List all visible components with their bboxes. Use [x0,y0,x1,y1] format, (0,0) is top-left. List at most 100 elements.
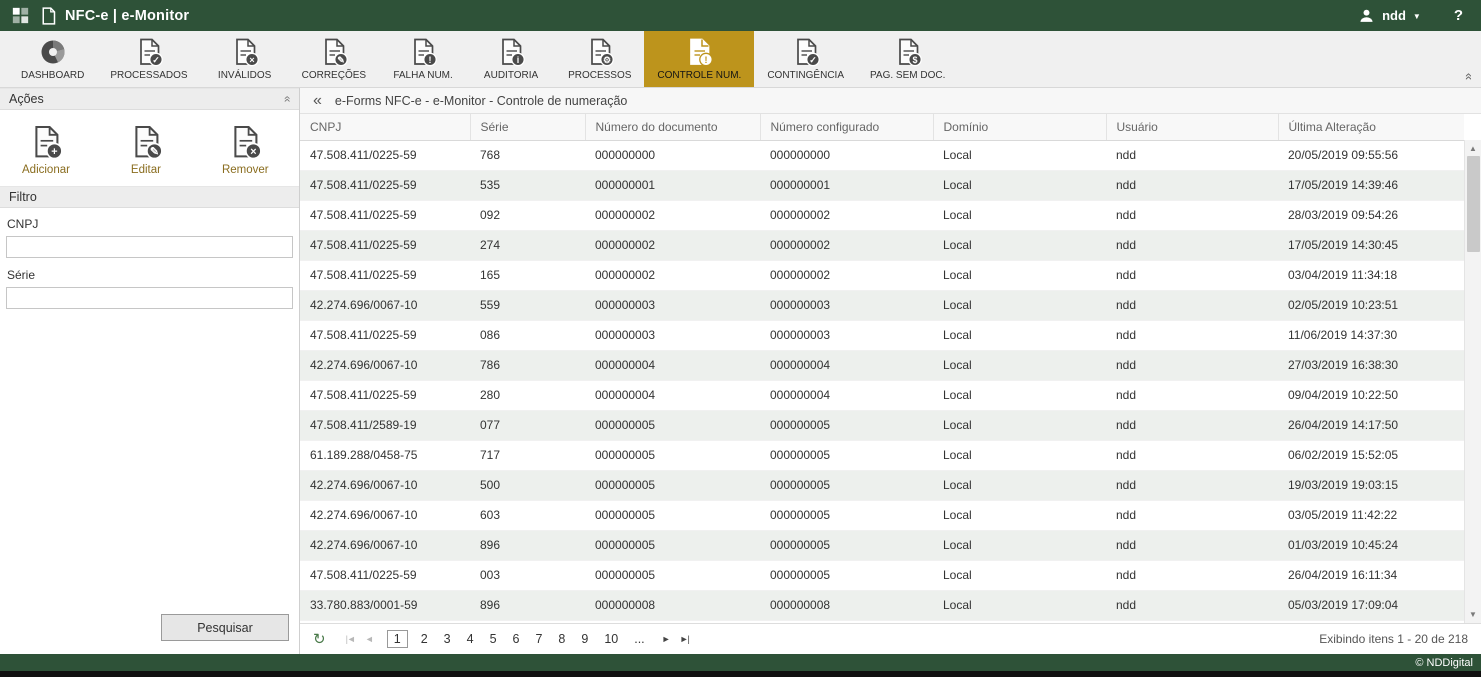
table-row[interactable]: 47.508.411/0225-59 086 000000003 0000000… [300,320,1464,350]
cell-dominio: Local [933,530,1106,560]
collapse-sidebar-icon[interactable]: « [313,93,322,109]
cell-usuario: ndd [1106,320,1278,350]
page-number[interactable]: 8 [555,630,568,648]
svg-text:✎: ✎ [150,146,159,158]
search-button[interactable]: Pesquisar [161,614,289,641]
cell-numero-configurado: 000000005 [760,530,933,560]
scrollbar-thumb[interactable] [1467,156,1480,252]
table-row[interactable]: 47.508.411/0225-59 535 000000001 0000000… [300,170,1464,200]
column-header[interactable]: Usuário [1106,114,1278,140]
toolbar-item[interactable]: ✓ CONTINGÊNCIA [754,31,857,87]
nddigital-logo-icon [12,7,29,24]
cell-cnpj: 42.274.696/0067-10 [300,350,470,380]
page-number[interactable]: 6 [510,630,523,648]
action-button[interactable]: + Adicionar [22,124,70,176]
collapse-actions-icon[interactable]: » [280,96,294,103]
column-header[interactable]: CNPJ [300,114,470,140]
toolbar-item[interactable]: ! CONTROLE NUM. [644,31,754,87]
table-row[interactable]: 47.508.411/0225-59 092 000000002 0000000… [300,200,1464,230]
cell-numero-documento: 000000003 [585,320,760,350]
filter-input[interactable] [6,236,293,258]
column-header[interactable]: Série [470,114,585,140]
table-row[interactable]: 42.274.696/0067-10 896 000000005 0000000… [300,530,1464,560]
table-row[interactable]: 42.274.696/0067-10 500 000000005 0000000… [300,470,1464,500]
page-number[interactable]: 2 [418,630,431,648]
help-button[interactable]: ? [1454,7,1463,24]
toolbar-item[interactable]: × INVÁLIDOS [201,31,289,87]
svg-text:✓: ✓ [809,55,817,65]
cell-cnpj: 47.508.411/0225-59 [300,560,470,590]
sidebar-spacer [0,319,299,606]
cell-numero-documento: 000000000 [585,140,760,170]
svg-text:$: $ [912,55,917,65]
table-row[interactable]: 47.508.411/0225-59 768 000000000 0000000… [300,140,1464,170]
toolbar-item[interactable]: $ PAG. SEM DOC. [857,31,958,87]
column-header[interactable]: Última Alteração [1278,114,1464,140]
toolbar-item[interactable]: i AUDITORIA [467,31,555,87]
page-number[interactable]: 7 [532,630,545,648]
action-button[interactable]: ✎ Editar [128,124,164,176]
cell-dominio: Local [933,590,1106,620]
column-header[interactable]: Número do documento [585,114,760,140]
cell-dominio: Local [933,410,1106,440]
cell-numero-configurado: 000000003 [760,320,933,350]
page-number[interactable]: 9 [578,630,591,648]
data-grid: CNPJSérieNúmero do documentoNúmero confi… [300,114,1464,621]
table-row[interactable]: 61.189.288/0458-75 717 000000005 0000000… [300,440,1464,470]
scroll-down-icon[interactable]: ▼ [1469,607,1477,622]
footer-bar: © NDDigital [0,654,1481,671]
user-menu[interactable]: ndd [1382,8,1406,23]
column-header[interactable]: Número configurado [760,114,933,140]
cell-cnpj: 47.508.411/0225-59 [300,260,470,290]
next-page-button[interactable]: ► [662,634,670,644]
table-row[interactable]: 47.508.411/0225-59 280 000000004 0000000… [300,380,1464,410]
last-page-button[interactable]: ►| [680,634,689,644]
column-header[interactable]: Domínio [933,114,1106,140]
cell-dominio: Local [933,290,1106,320]
document-badge-icon: × [230,37,260,67]
table-row[interactable]: 33.780.883/0001-59 896 000000008 0000000… [300,590,1464,620]
toolbar-item[interactable]: DASHBOARD [8,31,97,87]
toolbar: » [0,31,1481,88]
table-row[interactable]: 47.508.411/0225-59 003 000000005 0000000… [300,560,1464,590]
cell-ultima-alteracao: 17/05/2019 14:30:45 [1278,230,1464,260]
page-number[interactable]: ... [631,630,647,648]
table-row[interactable]: 42.274.696/0067-10 786 000000004 0000000… [300,350,1464,380]
cell-numero-configurado: 000000008 [760,590,933,620]
cell-ultima-alteracao: 01/03/2019 10:45:24 [1278,530,1464,560]
cell-dominio: Local [933,230,1106,260]
vertical-scrollbar[interactable]: ▲ ▼ [1464,140,1481,623]
cell-cnpj: 33.780.883/0001-59 [300,590,470,620]
cell-numero-configurado: 000000005 [760,440,933,470]
toolbar-item[interactable]: ✎ CORREÇÕES [289,31,379,87]
cell-ultima-alteracao: 28/03/2019 09:54:26 [1278,200,1464,230]
first-page-button[interactable]: |◄ [346,634,355,644]
filter-input[interactable] [6,287,293,309]
toolbar-item[interactable]: ! FALHA NUM. [379,31,467,87]
app-window: NFC-e | e-Monitor ndd ▼ ? » [0,0,1481,677]
refresh-icon[interactable]: ↻ [313,630,326,648]
caret-down-icon[interactable]: ▼ [1413,12,1421,21]
table-row[interactable]: 42.274.696/0067-10 559 000000003 0000000… [300,290,1464,320]
table-row[interactable]: 42.274.696/0067-10 603 000000005 0000000… [300,500,1464,530]
page-number[interactable]: 3 [441,630,454,648]
action-button[interactable]: × Remover [222,124,269,176]
cell-cnpj: 42.274.696/0067-10 [300,470,470,500]
page-number[interactable]: 10 [601,630,621,648]
collapse-toolbar-icon[interactable]: » [1460,73,1475,80]
page-number[interactable]: 4 [464,630,477,648]
cell-ultima-alteracao: 17/05/2019 14:39:46 [1278,170,1464,200]
table-row[interactable]: 47.508.411/0225-59 165 000000002 0000000… [300,260,1464,290]
prev-page-button[interactable]: ◄ [365,634,373,644]
cell-cnpj: 42.274.696/0067-10 [300,500,470,530]
page-number[interactable]: 5 [487,630,500,648]
cell-serie: 003 [470,560,585,590]
scroll-up-icon[interactable]: ▲ [1469,141,1477,156]
svg-text:+: + [51,146,57,158]
toolbar-item[interactable]: ⚙ PROCESSOS [555,31,644,87]
table-row[interactable]: 47.508.411/2589-19 077 000000005 0000000… [300,410,1464,440]
search-row: Pesquisar [0,606,299,654]
table-row[interactable]: 47.508.411/0225-59 274 000000002 0000000… [300,230,1464,260]
toolbar-item[interactable]: ✓ PROCESSADOS [97,31,200,87]
page-number[interactable]: 1 [387,630,408,648]
